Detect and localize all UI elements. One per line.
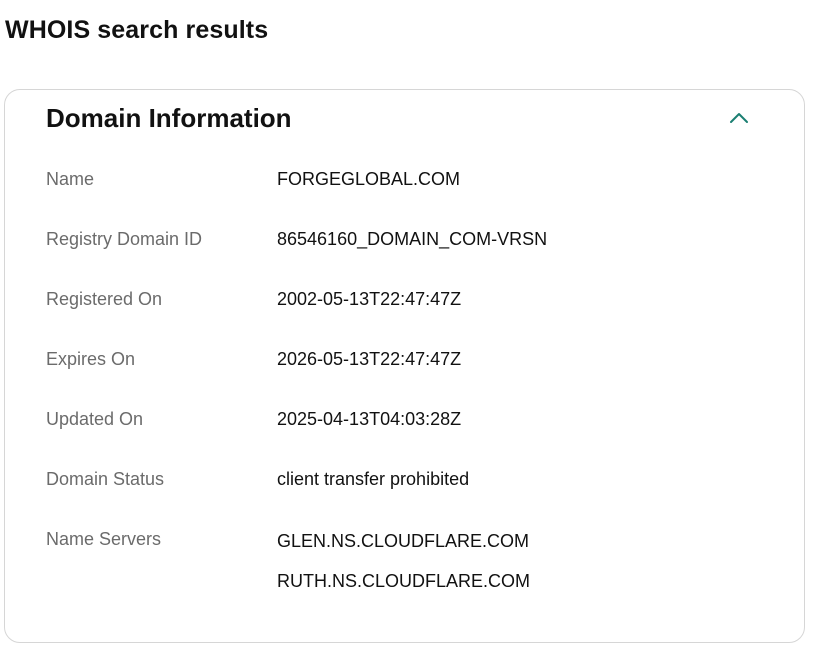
row-name-servers: Name Servers GLEN.NS.CLOUDFLARE.COM RUTH… bbox=[46, 529, 766, 593]
field-label: Registry Domain ID bbox=[46, 229, 203, 249]
field-label: Name bbox=[46, 169, 95, 189]
collapse-toggle-button[interactable] bbox=[723, 104, 755, 132]
field-value: FORGEGLOBAL.COM bbox=[277, 169, 461, 189]
field-value: 2025-04-13T04:03:28Z bbox=[277, 409, 462, 429]
card-header[interactable]: Domain Information bbox=[5, 90, 804, 150]
card-title: Domain Information bbox=[46, 103, 292, 133]
field-value: 2002-05-13T22:47:47Z bbox=[277, 289, 462, 309]
field-value: 86546160_DOMAIN_COM-VRSN bbox=[277, 229, 548, 249]
name-server-list: GLEN.NS.CLOUDFLARE.COM RUTH.NS.CLOUDFLAR… bbox=[277, 529, 530, 609]
field-label: Expires On bbox=[46, 349, 136, 369]
row-registry-domain-id: Registry Domain ID 86546160_DOMAIN_COM-V… bbox=[46, 229, 766, 253]
chevron-up-icon bbox=[730, 113, 748, 123]
row-expires-on: Expires On 2026-05-13T22:47:47Z bbox=[46, 349, 766, 373]
field-value: client transfer prohibited bbox=[277, 469, 470, 489]
field-label: Domain Status bbox=[46, 469, 165, 489]
domain-information-card: Domain Information Name FORGEGLOBAL.COM … bbox=[4, 89, 805, 643]
name-server-item: RUTH.NS.CLOUDFLARE.COM bbox=[277, 571, 531, 591]
row-domain-status: Domain Status client transfer prohibited bbox=[46, 469, 766, 493]
field-value: 2026-05-13T22:47:47Z bbox=[277, 349, 462, 369]
field-label: Name Servers bbox=[46, 529, 162, 549]
name-server-item: GLEN.NS.CLOUDFLARE.COM bbox=[277, 531, 530, 551]
field-label: Updated On bbox=[46, 409, 144, 429]
row-updated-on: Updated On 2025-04-13T04:03:28Z bbox=[46, 409, 766, 433]
row-name: Name FORGEGLOBAL.COM bbox=[46, 169, 766, 193]
row-registered-on: Registered On 2002-05-13T22:47:47Z bbox=[46, 289, 766, 313]
page-title: WHOIS search results bbox=[5, 16, 269, 44]
field-label: Registered On bbox=[46, 289, 163, 309]
